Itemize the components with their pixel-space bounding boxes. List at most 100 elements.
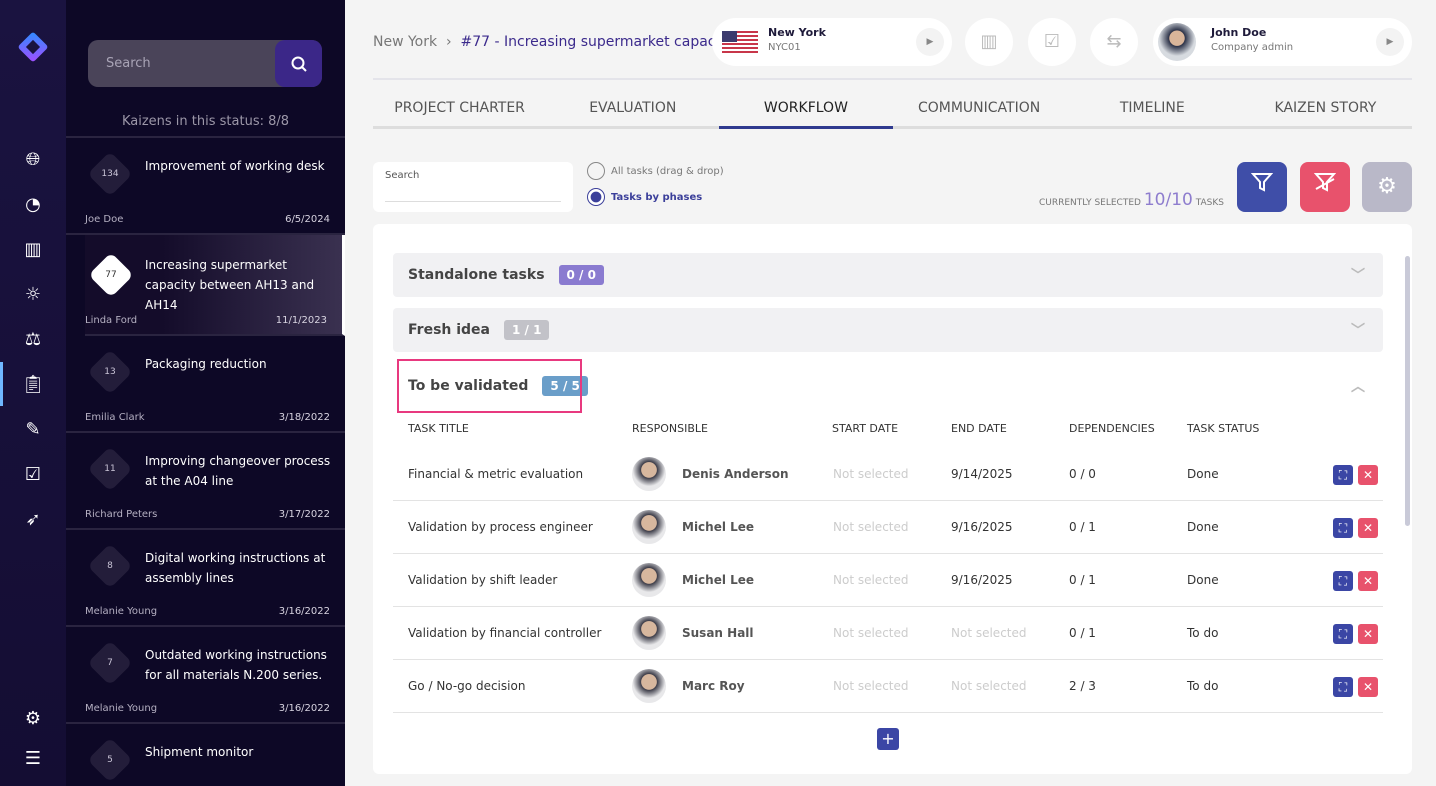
caret-right-icon[interactable]: ▶ — [916, 28, 944, 56]
table-row[interactable]: Go / No-go decision Marc Roy Not selecte… — [393, 660, 1383, 713]
delete-icon[interactable]: ✕ — [1358, 518, 1378, 538]
chevron-down-icon[interactable]: ﹀ — [1351, 320, 1365, 340]
column-header[interactable]: DEPENDENCIES — [1069, 422, 1155, 435]
kaizen-list-item[interactable]: 5 Shipment monitor — [66, 724, 345, 786]
expand-icon[interactable]: ⛶ — [1333, 465, 1353, 485]
task-title[interactable]: Financial & metric evaluation — [408, 448, 583, 501]
start-date: Not selected — [833, 573, 909, 587]
clipboard-icon[interactable]: 📋︎ — [21, 373, 45, 397]
task-title[interactable]: Validation by shift leader — [408, 554, 557, 607]
clipboard-check-button[interactable]: ☑ — [1028, 18, 1076, 66]
end-date: 9/14/2025 — [951, 467, 1013, 481]
column-header[interactable]: START DATE — [832, 422, 898, 435]
table-row[interactable]: Validation by shift leader Michel Lee No… — [393, 554, 1383, 607]
radio-tasks-by-phases[interactable]: Tasks by phases — [587, 188, 702, 206]
expand-icon[interactable]: ⛶ — [1333, 518, 1353, 538]
task-search-field[interactable]: Search — [373, 162, 573, 212]
app-logo[interactable] — [14, 28, 52, 66]
kaizen-owner: Melanie Young — [85, 703, 158, 714]
location-selector[interactable]: New York NYC01 ▶ — [712, 18, 952, 66]
checklist-icon[interactable]: ☑ — [21, 463, 45, 487]
search-button[interactable] — [275, 40, 322, 87]
kaizen-number: 134 — [101, 169, 119, 179]
delete-icon[interactable]: ✕ — [1358, 465, 1378, 485]
phase-fresh-idea[interactable]: Fresh idea 1 / 1 ﹀ — [393, 308, 1383, 352]
rocket-icon[interactable]: ➶ — [21, 508, 45, 532]
menu-icon[interactable]: ☰ — [21, 747, 45, 771]
signpost-button[interactable]: ⇆ — [1090, 18, 1138, 66]
tab-workflow[interactable]: WORKFLOW — [719, 100, 893, 129]
highlight-box — [397, 359, 582, 413]
tab-kaizen-story[interactable]: KAIZEN STORY — [1239, 100, 1412, 126]
avatar — [632, 669, 666, 703]
kaizen-owner: Richard Peters — [85, 509, 158, 520]
search-input[interactable]: Search — [88, 56, 275, 71]
kanban-icon[interactable]: ▥ — [21, 238, 45, 262]
user-menu[interactable]: John Doe Company admin ▶ — [1153, 18, 1412, 66]
radio-all-tasks[interactable]: All tasks (drag & drop) — [587, 162, 724, 180]
table-row[interactable]: Validation by financial controller Susan… — [393, 607, 1383, 660]
phase-badge: 0 / 0 — [558, 265, 604, 285]
task-title[interactable]: Validation by process engineer — [408, 501, 593, 554]
scrollbar[interactable] — [1405, 256, 1410, 526]
start-date: Not selected — [833, 520, 909, 534]
tab-timeline[interactable]: TIMELINE — [1066, 100, 1239, 126]
column-header[interactable]: TASK TITLE — [408, 422, 469, 435]
column-header[interactable]: RESPONSIBLE — [632, 422, 708, 435]
kaizen-date: 11/1/2023 — [275, 315, 327, 326]
delete-icon[interactable]: ✕ — [1358, 677, 1378, 697]
kaizen-list-item[interactable]: 134 Improvement of working desk Joe Doe … — [66, 138, 345, 235]
delete-icon[interactable]: ✕ — [1358, 571, 1378, 591]
kaizen-title: Packaging reduction — [145, 357, 267, 371]
table-row[interactable]: Validation by process engineer Michel Le… — [393, 501, 1383, 554]
kaizen-list-item[interactable]: 7 Outdated working instructions for all … — [66, 627, 345, 724]
clear-filter-icon — [1313, 173, 1337, 192]
avatar — [632, 457, 666, 491]
kanban-board-button[interactable]: ▥ — [965, 18, 1013, 66]
delete-icon[interactable]: ✕ — [1358, 624, 1378, 644]
kaizen-search[interactable]: Search — [88, 40, 322, 87]
end-date: Not selected — [951, 679, 1027, 693]
task-status: To do — [1187, 626, 1219, 640]
dependencies: 0 / 1 — [1069, 520, 1096, 534]
breadcrumb-root[interactable]: New York — [373, 34, 437, 50]
tab-evaluation[interactable]: EVALUATION — [546, 100, 719, 126]
expand-icon[interactable]: ⛶ — [1333, 677, 1353, 697]
edit-doc-icon[interactable]: ✎ — [21, 418, 45, 442]
kaizen-number: 7 — [107, 658, 113, 668]
phase-standalone-tasks[interactable]: Standalone tasks 0 / 0 ﹀ — [393, 253, 1383, 297]
globe-pin-icon[interactable]: 🌐︎ — [21, 148, 45, 172]
kaizen-list-item[interactable]: 8 Digital working instructions at assemb… — [66, 530, 345, 627]
clear-filter-button[interactable] — [1300, 162, 1350, 212]
tab-communication[interactable]: COMMUNICATION — [893, 100, 1066, 126]
sliders-icon[interactable]: ⚙︎ — [21, 707, 45, 731]
task-title[interactable]: Go / No-go decision — [408, 660, 525, 713]
avatar — [1158, 23, 1196, 61]
chevron-up-icon[interactable]: ︿ — [1351, 376, 1365, 396]
kaizen-list-item[interactable]: 77 Increasing supermarket capacity betwe… — [85, 235, 345, 336]
gear-icon: ⚙ — [1377, 174, 1397, 199]
selected-count: CURRENTLY SELECTED 10/10 TASKS — [1038, 190, 1224, 210]
caret-right-icon[interactable]: ▶ — [1376, 28, 1404, 56]
pie-chart-icon[interactable]: ◔ — [21, 193, 45, 217]
tab-project-charter[interactable]: PROJECT CHARTER — [373, 100, 546, 126]
lightbulb-icon[interactable]: ☼ — [21, 283, 45, 307]
settings-button[interactable]: ⚙ — [1362, 162, 1412, 212]
add-task-button[interactable]: + — [877, 728, 899, 750]
avatar — [632, 563, 666, 597]
chevron-down-icon[interactable]: ﹀ — [1351, 265, 1365, 285]
task-title[interactable]: Validation by financial controller — [408, 607, 601, 660]
filter-icon — [1250, 173, 1274, 192]
location-name: New York — [768, 26, 826, 39]
kaizen-owner: Emilia Clark — [85, 412, 145, 423]
kaizen-list-item[interactable]: 13 Packaging reduction Emilia Clark 3/18… — [66, 336, 345, 433]
expand-icon[interactable]: ⛶ — [1333, 571, 1353, 591]
table-row[interactable]: Financial & metric evaluation Denis Ande… — [393, 448, 1383, 501]
scale-icon[interactable]: ⚖︎ — [21, 328, 45, 352]
filter-button[interactable] — [1237, 162, 1287, 212]
column-header[interactable]: TASK STATUS — [1187, 422, 1259, 435]
expand-icon[interactable]: ⛶ — [1333, 624, 1353, 644]
column-header[interactable]: END DATE — [951, 422, 1007, 435]
kaizen-list-item[interactable]: 11 Improving changeover process at the A… — [66, 433, 345, 530]
responsible: Denis Anderson — [682, 467, 789, 481]
